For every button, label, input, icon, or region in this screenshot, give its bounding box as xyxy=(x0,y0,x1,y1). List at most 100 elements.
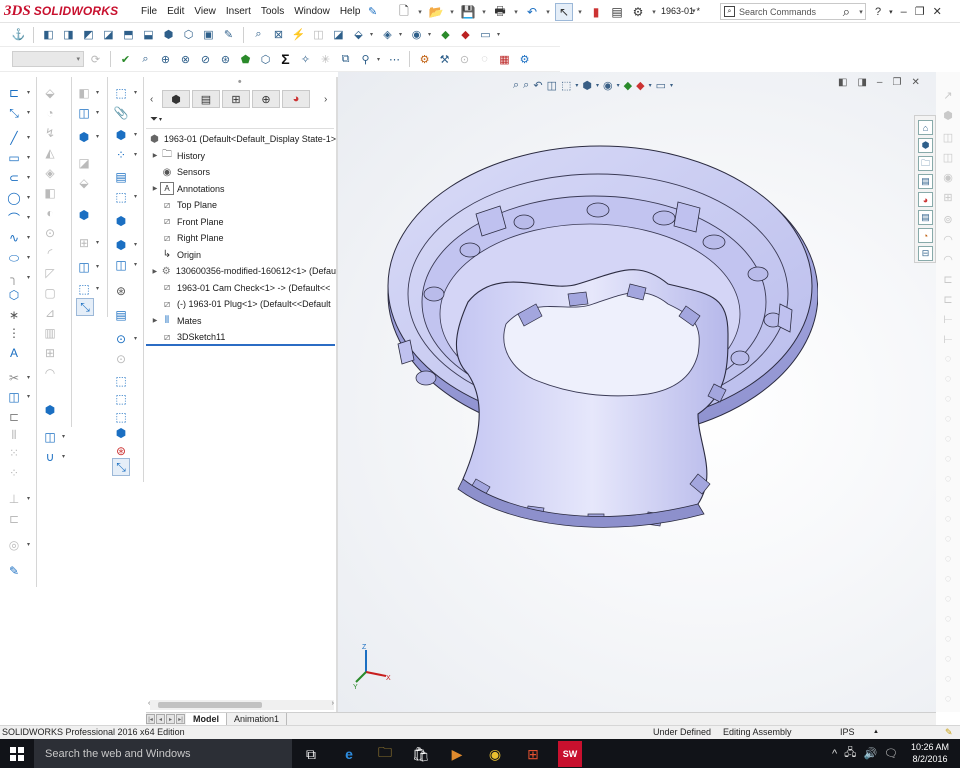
expand-arrow-icon[interactable]: ▶ xyxy=(150,152,160,159)
edit-appearance-icon[interactable]: ✎ xyxy=(220,26,237,43)
hole-alignment-icon[interactable]: ⬚ xyxy=(113,409,129,425)
explode-line-icon[interactable]: ⊙ xyxy=(456,51,473,68)
save-icon[interactable]: 💾 xyxy=(459,3,477,21)
close-button[interactable]: ✕ xyxy=(933,5,942,18)
rebuild-icon[interactable]: ⟳ xyxy=(87,51,104,68)
sketch-tool-icon[interactable]: ◌ xyxy=(941,612,955,626)
tree-item-top-plane[interactable]: ⧄ Top Plane xyxy=(146,197,336,214)
chevron-down-icon[interactable]: ▾ xyxy=(62,433,65,440)
measure-vert-icon[interactable]: ⤡ xyxy=(112,458,130,476)
display-relations-icon[interactable]: ⊥ xyxy=(6,491,22,507)
taskbar-search-box[interactable]: Search the web and Windows xyxy=(34,739,292,768)
close-viewport-icon[interactable]: ✕ xyxy=(911,77,919,88)
linear-sketch-pattern-icon[interactable]: ⁙ xyxy=(6,445,22,461)
scrollbar-thumb[interactable] xyxy=(158,702,262,708)
sketch-tool-icon[interactable]: ◌ xyxy=(941,632,955,646)
sketch-tool-icon[interactable]: ◌ xyxy=(941,452,955,466)
expand-arrow-icon[interactable]: ▶ xyxy=(150,268,160,275)
boundary-icon[interactable]: ◈ xyxy=(42,165,58,181)
options-icon[interactable]: ⚙ xyxy=(516,51,533,68)
chevron-down-icon[interactable]: ▾ xyxy=(889,8,893,16)
hide-component-icon[interactable]: ⬡ xyxy=(257,51,274,68)
solidworks-taskbar-icon[interactable]: SW xyxy=(558,741,582,767)
chevron-down-icon[interactable]: ▾ xyxy=(544,3,552,21)
isometric-icon[interactable]: ⬢ xyxy=(160,26,177,43)
chevron-down-icon[interactable]: ▾ xyxy=(27,393,30,400)
text-icon[interactable]: A xyxy=(6,345,22,361)
search-icon[interactable]: ⌕ xyxy=(843,4,853,20)
bill-of-materials-icon[interactable]: ▤ xyxy=(113,307,129,323)
chevron-down-icon[interactable]: ▾ xyxy=(480,3,488,21)
chevron-down-icon[interactable]: ▾ xyxy=(857,3,865,21)
trim-surface-icon[interactable]: ⊞ xyxy=(76,235,92,251)
menu-window[interactable]: Window xyxy=(289,6,335,17)
cut-extrude-icon[interactable]: ◧ xyxy=(42,185,58,201)
circle-icon[interactable]: ◯ xyxy=(6,190,22,206)
sketch-tool-icon[interactable]: ◌ xyxy=(941,472,955,486)
chevron-down-icon[interactable]: ▾ xyxy=(27,134,30,141)
loft-icon[interactable]: ◭ xyxy=(42,145,58,161)
exploded-view-icon[interactable]: ⬙ xyxy=(350,26,367,43)
filter-icon[interactable]: ⏷ xyxy=(150,114,158,125)
search-input[interactable]: Search Commands xyxy=(739,7,839,17)
taskbar-clock[interactable]: 10:26 AM 8/2/2016 xyxy=(906,741,954,765)
performance-evaluation-icon[interactable]: ⊛ xyxy=(113,443,129,459)
chevron-down-icon[interactable]: ▾ xyxy=(399,31,405,38)
display-style-icon[interactable]: ◉ xyxy=(603,79,613,92)
chevron-down-icon[interactable]: ▾ xyxy=(596,82,599,89)
next-tab-icon[interactable]: ▸ xyxy=(166,714,175,724)
section-view-icon[interactable]: ◪ xyxy=(330,26,347,43)
menu-help[interactable]: Help xyxy=(335,6,366,17)
offset-icon[interactable]: ⊏ xyxy=(6,409,22,425)
restore-button[interactable]: ❐ xyxy=(915,5,925,18)
chevron-down-icon[interactable]: ▾ xyxy=(134,89,137,96)
instant3d-icon[interactable]: ◌ xyxy=(476,51,493,68)
smart-dimension-icon[interactable]: ⤡ xyxy=(6,105,22,121)
trimetric-icon[interactable]: ▣ xyxy=(200,26,217,43)
smart-mates-icon[interactable]: ⊕ xyxy=(157,51,174,68)
sketch-icon[interactable]: ⊏ xyxy=(6,85,22,101)
tree-item-component[interactable]: ⧄ 1963-01 Cam Check<1> -> (Default<< xyxy=(146,280,336,297)
sketch-tool-icon[interactable]: ⊢ xyxy=(941,332,955,346)
chevron-up-icon[interactable]: ▲ xyxy=(873,729,879,735)
chevron-down-icon[interactable]: ▾ xyxy=(670,82,673,89)
menu-tools[interactable]: Tools xyxy=(256,6,289,17)
evaluate-icon[interactable]: ⚲ xyxy=(357,51,374,68)
exploded-view-vert-icon[interactable]: ⊙ xyxy=(113,331,129,347)
slot-icon[interactable]: ⊂ xyxy=(6,170,22,186)
chevron-down-icon[interactable]: ▾ xyxy=(428,31,434,38)
first-tab-icon[interactable]: |◂ xyxy=(146,714,155,724)
tab-dimxpert[interactable]: ⊕ xyxy=(252,90,280,108)
chevron-down-icon[interactable]: ▾ xyxy=(576,3,584,21)
anchor-icon[interactable]: ⚓ xyxy=(10,26,27,43)
search-scope-icon[interactable]: ⌕ xyxy=(724,6,735,17)
chevron-down-icon[interactable]: ▾ xyxy=(370,31,376,38)
tab-display-manager[interactable]: ◕ xyxy=(282,90,310,108)
design-library-folder-icon[interactable]: 🗀 xyxy=(918,156,933,171)
chevron-down-icon[interactable]: ▾ xyxy=(27,274,30,281)
media-player-icon[interactable]: ▶ xyxy=(446,743,468,765)
taskbar-search-input[interactable]: Search the web and Windows xyxy=(45,748,191,760)
tree-item-annotations[interactable]: ▶ A Annotations xyxy=(146,181,336,198)
sweep-icon[interactable]: ↯ xyxy=(42,125,58,141)
quick-snaps-icon[interactable]: ◎ xyxy=(6,537,22,553)
chevron-down-icon[interactable]: ▾ xyxy=(377,56,383,63)
network-icon[interactable]: 🖧 xyxy=(844,744,856,763)
copy-icon[interactable]: ⧉ xyxy=(337,51,354,68)
convert-entities-icon[interactable]: ◫ xyxy=(6,389,22,405)
move-component-icon[interactable]: ⊛ xyxy=(217,51,234,68)
reference-geometry-icon[interactable]: ⋯ xyxy=(386,51,403,68)
zoom-to-area-icon[interactable]: ⌕ xyxy=(523,79,529,92)
chevron-down-icon[interactable]: ▾ xyxy=(96,285,99,292)
move-component-vert-icon[interactable]: ⬚ xyxy=(113,189,129,205)
volume-icon[interactable]: 🔊 xyxy=(863,747,877,760)
chevron-down-icon[interactable]: ▾ xyxy=(512,3,520,21)
prev-tab-icon[interactable]: ◂ xyxy=(156,714,165,724)
draft-icon[interactable]: ⊿ xyxy=(42,305,58,321)
dimetric-icon[interactable]: ⬡ xyxy=(180,26,197,43)
toolbox-icon[interactable]: ⚒ xyxy=(436,51,453,68)
chevron-down-icon[interactable]: ▾ xyxy=(96,239,99,246)
revolved-surface-icon[interactable]: ◫ xyxy=(76,105,92,121)
split-vertical-icon[interactable]: ◨ xyxy=(857,77,866,88)
menu-view[interactable]: View xyxy=(189,6,221,17)
